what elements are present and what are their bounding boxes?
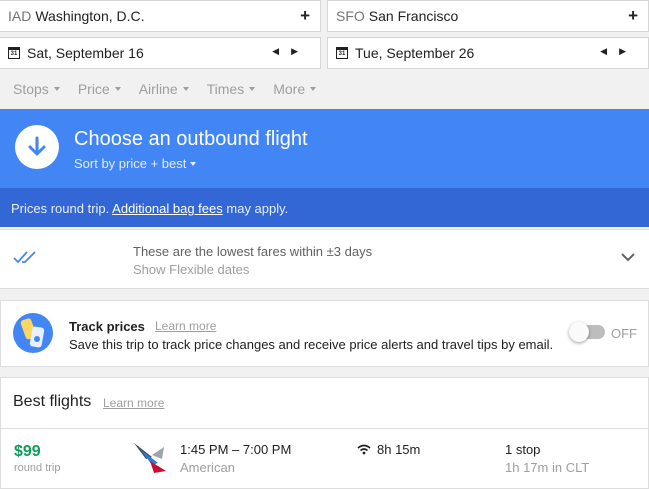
calendar-icon: 31 [8, 47, 20, 59]
add-origin-icon[interactable]: + [300, 6, 310, 26]
caret-down-icon [249, 87, 256, 91]
flight-airline: American [180, 460, 235, 475]
sort-dropdown[interactable]: Sort by price + best [74, 156, 197, 171]
add-destination-icon[interactable]: + [628, 6, 638, 26]
caret-down-icon [182, 87, 189, 91]
route-row: IAD Washington, D.C. + SFO San Francisco… [0, 0, 649, 33]
caret-down-icon [53, 87, 60, 91]
toggle-state-label: OFF [611, 326, 637, 341]
prices-notice: Prices round trip. Additional bag fees m… [0, 188, 649, 227]
filter-stops[interactable]: Stops [13, 78, 60, 100]
divider [1, 428, 648, 429]
destination-city: San Francisco [368, 8, 459, 24]
dates-row: 31 Sat, September 16 ◀▶ 31 Tue, Septembe… [0, 37, 649, 70]
filter-airline[interactable]: Airline [139, 78, 189, 100]
track-prices-description: Save this trip to track price changes an… [69, 337, 554, 352]
caret-down-icon [310, 87, 317, 91]
best-learn-more-link[interactable]: Learn more [103, 396, 164, 410]
outbound-banner: Choose an outbound flight Sort by price … [0, 109, 649, 188]
calendar-icon: 31 [336, 47, 348, 59]
prev-date-icon[interactable]: ◀ [600, 46, 619, 56]
banner-title: Choose an outbound flight [74, 128, 308, 150]
bag-fees-link[interactable]: Additional bag fees [112, 201, 223, 216]
track-prices-toggle[interactable] [569, 322, 605, 342]
flight-times: 1:45 PM – 7:00 PM [180, 442, 292, 457]
flight-layover: 1h 17m in CLT [505, 460, 590, 475]
track-prices-title: Track prices [69, 319, 145, 334]
filter-bar: Stops Price Airline Times More [13, 78, 334, 100]
filter-more[interactable]: More [273, 78, 317, 100]
arrow-down-icon [15, 125, 59, 169]
track-learn-more-link[interactable]: Learn more [155, 319, 216, 333]
price-tag-icon [13, 313, 53, 353]
best-flights-title: Best flights [13, 393, 92, 410]
origin-code: IAD [8, 8, 32, 24]
caret-down-icon [190, 161, 197, 166]
double-check-icon [13, 251, 36, 264]
prev-date-icon[interactable]: ◀ [272, 46, 291, 56]
return-date-field[interactable]: 31 Tue, September 26 ◀▶ [327, 37, 649, 69]
american-airlines-logo-icon [134, 443, 166, 473]
next-date-icon[interactable]: ▶ [291, 46, 310, 56]
depart-date-field[interactable]: 31 Sat, September 16 ◀▶ [0, 37, 321, 69]
track-prices-card: Track prices Learn more Save this trip t… [0, 300, 649, 367]
show-flexible-dates-link[interactable]: Show Flexible dates [133, 262, 249, 277]
depart-date: Sat, September 16 [27, 45, 144, 61]
next-date-icon[interactable]: ▶ [619, 46, 638, 56]
caret-down-icon [114, 87, 121, 91]
toggle-knob [569, 322, 589, 342]
flight-stops: 1 stop [505, 442, 541, 457]
best-flights-card: Best flights Learn more $99 round trip 1… [0, 377, 649, 489]
flight-price: $99 [14, 443, 41, 460]
price-note: round trip [14, 462, 61, 474]
depart-date-stepper[interactable]: ◀▶ [272, 46, 310, 57]
origin-field[interactable]: IAD Washington, D.C. + [0, 0, 321, 32]
destination-code: SFO [336, 8, 365, 24]
chevron-down-icon[interactable] [621, 252, 635, 262]
origin-city: Washington, D.C. [35, 8, 145, 24]
destination-field[interactable]: SFO San Francisco + [327, 0, 649, 32]
filter-times[interactable]: Times [207, 78, 256, 100]
filter-price[interactable]: Price [78, 78, 121, 100]
flexible-dates-card[interactable]: These are the lowest fares within ±3 day… [0, 229, 649, 289]
return-date: Tue, September 26 [355, 45, 475, 61]
flight-duration: 8h 15m [377, 442, 421, 457]
lowest-fares-text: These are the lowest fares within ±3 day… [133, 244, 373, 259]
return-date-stepper[interactable]: ◀▶ [600, 46, 638, 57]
wifi-icon [357, 444, 371, 455]
